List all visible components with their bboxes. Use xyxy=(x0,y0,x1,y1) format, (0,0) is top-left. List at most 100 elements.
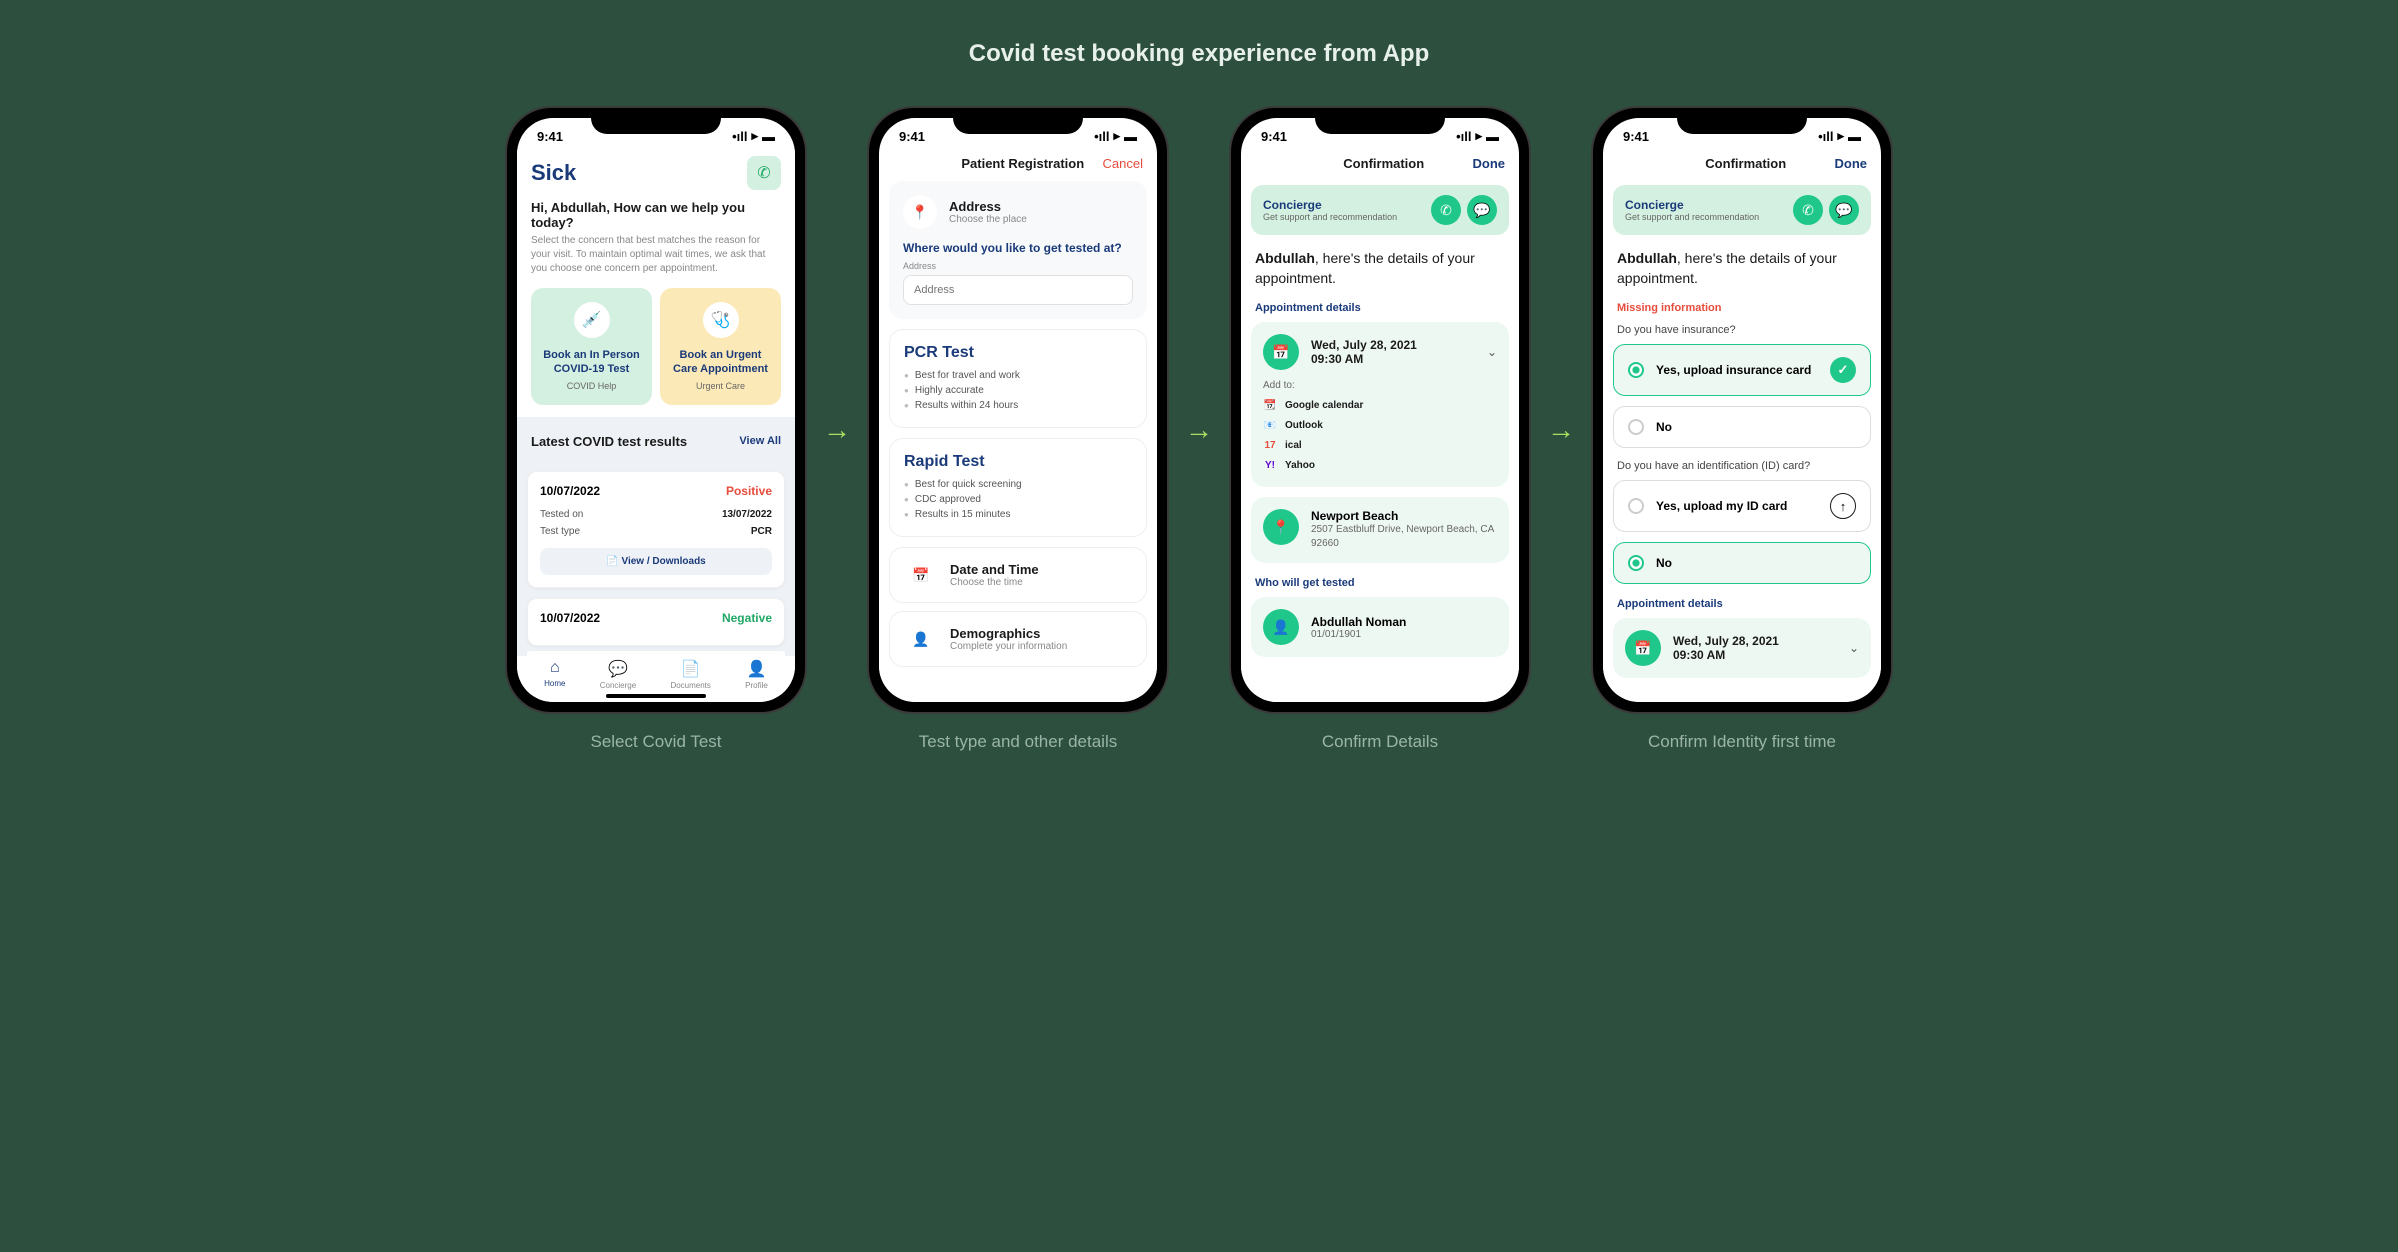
results-title: Latest COVID test results xyxy=(531,434,687,449)
cal-ical[interactable]: 17ical xyxy=(1263,435,1497,455)
status-time: 9:41 xyxy=(537,129,563,144)
notch xyxy=(1315,108,1445,134)
screen-title: Confirmation xyxy=(1295,156,1473,171)
screen-1-content: Sick ✆ Hi, Abdullah, How can we help you… xyxy=(517,150,795,702)
address-label: Address xyxy=(949,199,1027,214)
card-title: Book an In Person COVID-19 Test xyxy=(541,348,642,377)
result-card-2[interactable]: 10/07/2022 Negative xyxy=(527,598,785,646)
rapid-title: Rapid Test xyxy=(904,453,1132,471)
appointment-card[interactable]: 📅 Wed, July 28, 202109:30 AM ⌄ xyxy=(1613,618,1871,678)
phone-icon: ✆ xyxy=(1440,202,1452,219)
pcr-bullet: Best for travel and work xyxy=(904,368,1132,383)
result-card[interactable]: 10/07/2022 Positive Tested on13/07/2022 … xyxy=(527,471,785,588)
concierge-chat-button[interactable]: 💬 xyxy=(1829,195,1859,225)
result-status: Negative xyxy=(722,611,772,625)
result-date: 10/07/2022 xyxy=(540,611,600,625)
calendar-icon: 📅 xyxy=(904,558,938,592)
nav-documents[interactable]: 📄Documents xyxy=(670,659,710,690)
datetime-step[interactable]: 📅 Date and TimeChoose the time xyxy=(889,547,1147,603)
battery-icon: ▬ xyxy=(762,129,775,144)
view-all-link[interactable]: View All xyxy=(739,435,781,447)
person-dob: 01/01/1901 xyxy=(1311,629,1406,640)
download-button[interactable]: 📄 View / Downloads xyxy=(540,548,772,575)
call-button[interactable]: ✆ xyxy=(747,156,781,190)
result-date: 10/07/2022 xyxy=(540,484,600,498)
appointment-card[interactable]: 📅 Wed, July 28, 202109:30 AM ⌄ Add to: 📆… xyxy=(1251,322,1509,487)
action-cards: 💉 Book an In Person COVID-19 Test COVID … xyxy=(517,288,795,417)
datetime-label: Date and Time xyxy=(950,562,1039,577)
status-time: 9:41 xyxy=(899,129,925,144)
home-indicator xyxy=(606,694,706,698)
concierge-sub: Get support and recommendation xyxy=(1263,212,1397,222)
concierge-call-button[interactable]: ✆ xyxy=(1431,195,1461,225)
results-section: Latest COVID test results View All 10/07… xyxy=(517,417,795,656)
screen-title: Confirmation xyxy=(1657,156,1835,171)
nav-profile[interactable]: 👤Profile xyxy=(745,659,768,690)
page-title: Covid test booking experience from App xyxy=(60,40,2338,68)
tested-on-label: Tested on xyxy=(540,509,583,520)
appt-time: 09:30 AM xyxy=(1311,352,1417,366)
header-row: Sick ✆ xyxy=(517,150,795,200)
cal-outlook[interactable]: 📧Outlook xyxy=(1263,415,1497,435)
address-input[interactable] xyxy=(903,275,1133,305)
location-card[interactable]: 📍 Newport Beach2507 Eastbluff Drive, New… xyxy=(1251,497,1509,563)
concierge-chat-button[interactable]: 💬 xyxy=(1467,195,1497,225)
nav-home[interactable]: ⌂Home xyxy=(544,659,565,690)
status-time: 9:41 xyxy=(1623,129,1649,144)
greeting-text: Hi, Abdullah, How can we help you today? xyxy=(517,200,795,230)
radio-on-icon xyxy=(1628,362,1644,378)
greeting-subtext: Select the concern that best matches the… xyxy=(517,230,795,288)
missing-label: Missing information xyxy=(1603,298,1881,322)
status-icons: •ıll ▸ ▬ xyxy=(732,128,775,144)
home-icon: ⌂ xyxy=(550,659,560,677)
chat-icon: 💬 xyxy=(608,659,628,679)
done-button[interactable]: Done xyxy=(1473,156,1506,171)
book-urgent-care-card[interactable]: 🩺 Book an Urgent Care Appointment Urgent… xyxy=(660,288,781,405)
id-no[interactable]: No xyxy=(1613,542,1871,584)
phone-screen-2: 9:41 •ıll▸▬ Patient Registration Cancel … xyxy=(879,118,1157,702)
person-card[interactable]: 👤 Abdullah Noman01/01/1901 xyxy=(1251,597,1509,657)
nav-header: Patient Registration Cancel xyxy=(879,150,1157,181)
caption-1: Select Covid Test xyxy=(590,732,721,752)
pcr-bullet: Results within 24 hours xyxy=(904,398,1132,413)
id-yes[interactable]: Yes, upload my ID card ↑ xyxy=(1613,480,1871,532)
done-button[interactable]: Done xyxy=(1835,156,1868,171)
phone-frame-2: 9:41 •ıll▸▬ Patient Registration Cancel … xyxy=(869,108,1167,712)
radio-on-icon xyxy=(1628,555,1644,571)
address-sub: Choose the place xyxy=(949,214,1027,225)
screen-title: Patient Registration xyxy=(943,156,1103,171)
concierge-title: Concierge xyxy=(1263,198,1397,212)
syringe-icon: 💉 xyxy=(574,302,610,338)
chevron-down-icon: ⌄ xyxy=(1849,641,1859,655)
arrow-icon: → xyxy=(823,414,851,446)
arrow-icon: → xyxy=(1547,414,1575,446)
cancel-button[interactable]: Cancel xyxy=(1103,156,1143,171)
phone-4-wrap: 9:41 •ıll▸▬ Confirmation Done ConciergeG… xyxy=(1593,108,1891,752)
card-sub: COVID Help xyxy=(541,381,642,391)
cal-google[interactable]: 📆Google calendar xyxy=(1263,395,1497,415)
profile-icon: 👤 xyxy=(747,659,767,679)
rapid-test-card[interactable]: Rapid Test Best for quick screening CDC … xyxy=(889,438,1147,537)
phone-frame-4: 9:41 •ıll▸▬ Confirmation Done ConciergeG… xyxy=(1593,108,1891,712)
pcr-test-card[interactable]: PCR Test Best for travel and work Highly… xyxy=(889,329,1147,428)
chevron-down-icon: ⌄ xyxy=(1487,345,1497,359)
loc-name: Newport Beach xyxy=(1311,509,1497,523)
signal-icon: •ıll xyxy=(732,129,747,144)
radio-off-icon xyxy=(1628,498,1644,514)
results-header: Latest COVID test results View All xyxy=(517,422,795,461)
insurance-yes[interactable]: Yes, upload insurance card ✓ xyxy=(1613,344,1871,396)
appt-time: 09:30 AM xyxy=(1673,648,1779,662)
book-covid-test-card[interactable]: 💉 Book an In Person COVID-19 Test COVID … xyxy=(531,288,652,405)
concierge-call-button[interactable]: ✆ xyxy=(1793,195,1823,225)
wifi-icon: ▸ xyxy=(751,128,758,144)
nav-concierge[interactable]: 💬Concierge xyxy=(600,659,636,690)
demographics-step[interactable]: 👤 DemographicsComplete your information xyxy=(889,611,1147,667)
caption-4: Confirm Identity first time xyxy=(1648,732,1836,752)
address-field-label: Address xyxy=(903,261,1133,271)
notch xyxy=(1677,108,1807,134)
cal-yahoo[interactable]: Y!Yahoo xyxy=(1263,455,1497,475)
calendar-icon: 📅 xyxy=(1263,334,1299,370)
insurance-no[interactable]: No xyxy=(1613,406,1871,448)
person-icon: 👤 xyxy=(1263,609,1299,645)
location-icon: 📍 xyxy=(903,195,937,229)
